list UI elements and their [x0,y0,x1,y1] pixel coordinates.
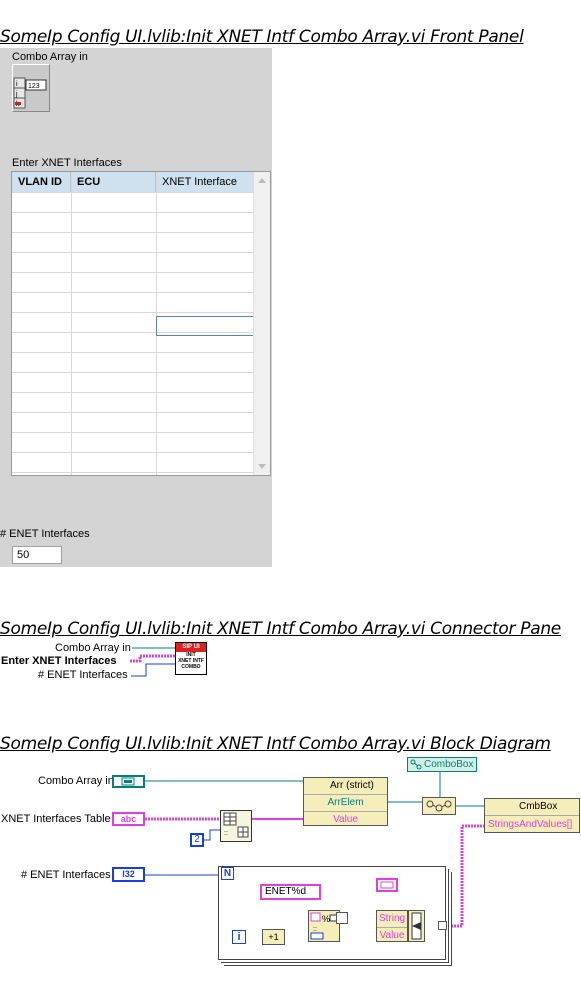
block-diagram-wires [145,772,484,938]
array-terminal-icon [121,777,135,786]
enet-terminal[interactable]: I32 [112,867,145,882]
build-array-node[interactable] [408,910,425,942]
index-array-icon: :: [223,812,249,838]
empty-string-icon [380,881,394,889]
bundle-arr-row: Arr (strict) [304,778,387,795]
build-array-icon [411,912,422,940]
cluster-value-row: Value [379,930,405,941]
format-output-terminal [336,912,348,924]
cmbbox-property-node[interactable]: CmbBox StringsAndValues[] [484,798,580,833]
bundle-icon [426,800,452,812]
format-into-string-icon: % :: [310,912,338,940]
increment-label: +1 [268,932,279,942]
format-string-const[interactable]: ENET%d [260,884,321,900]
loop-tunnel [438,921,447,930]
cmbbox-node-title: CmbBox [485,799,579,816]
svg-text:%: % [322,914,330,924]
bundle-node[interactable] [422,797,456,815]
increment-node[interactable]: +1 [262,929,285,945]
const-2[interactable]: 2 [190,833,204,847]
combobox-ref-text: ComboBox [424,759,474,770]
bundle-arrelem-row: ArrElem [304,795,387,812]
bd-combo-array-label: Combo Array in [38,775,114,787]
loop-count-terminal[interactable]: N [221,867,234,880]
combo-array-terminal[interactable] [112,775,145,788]
bd-enet-label: # ENET Interfaces [21,869,111,881]
index-array-node[interactable]: :: [220,810,252,842]
svg-text:::: :: [224,830,228,837]
bd-table-label: XNET Interfaces Table [1,813,111,825]
svg-text:::: :: [313,926,317,933]
loop-iteration-terminal[interactable]: i [232,930,246,944]
combobox-ref[interactable]: ComboBox [407,757,477,772]
bundle-value-row: Value [333,814,358,825]
table-terminal[interactable]: abc [112,812,145,826]
bundle-cluster-node[interactable]: String Value [376,910,408,942]
unbundle-node[interactable]: Arr (strict) ArrElem Value [303,777,388,826]
cluster-string-row: String [377,911,407,928]
empty-string-const[interactable] [376,878,398,892]
cmbbox-prop-row: StringsAndValues[] [488,819,573,830]
reference-icon [410,759,422,770]
